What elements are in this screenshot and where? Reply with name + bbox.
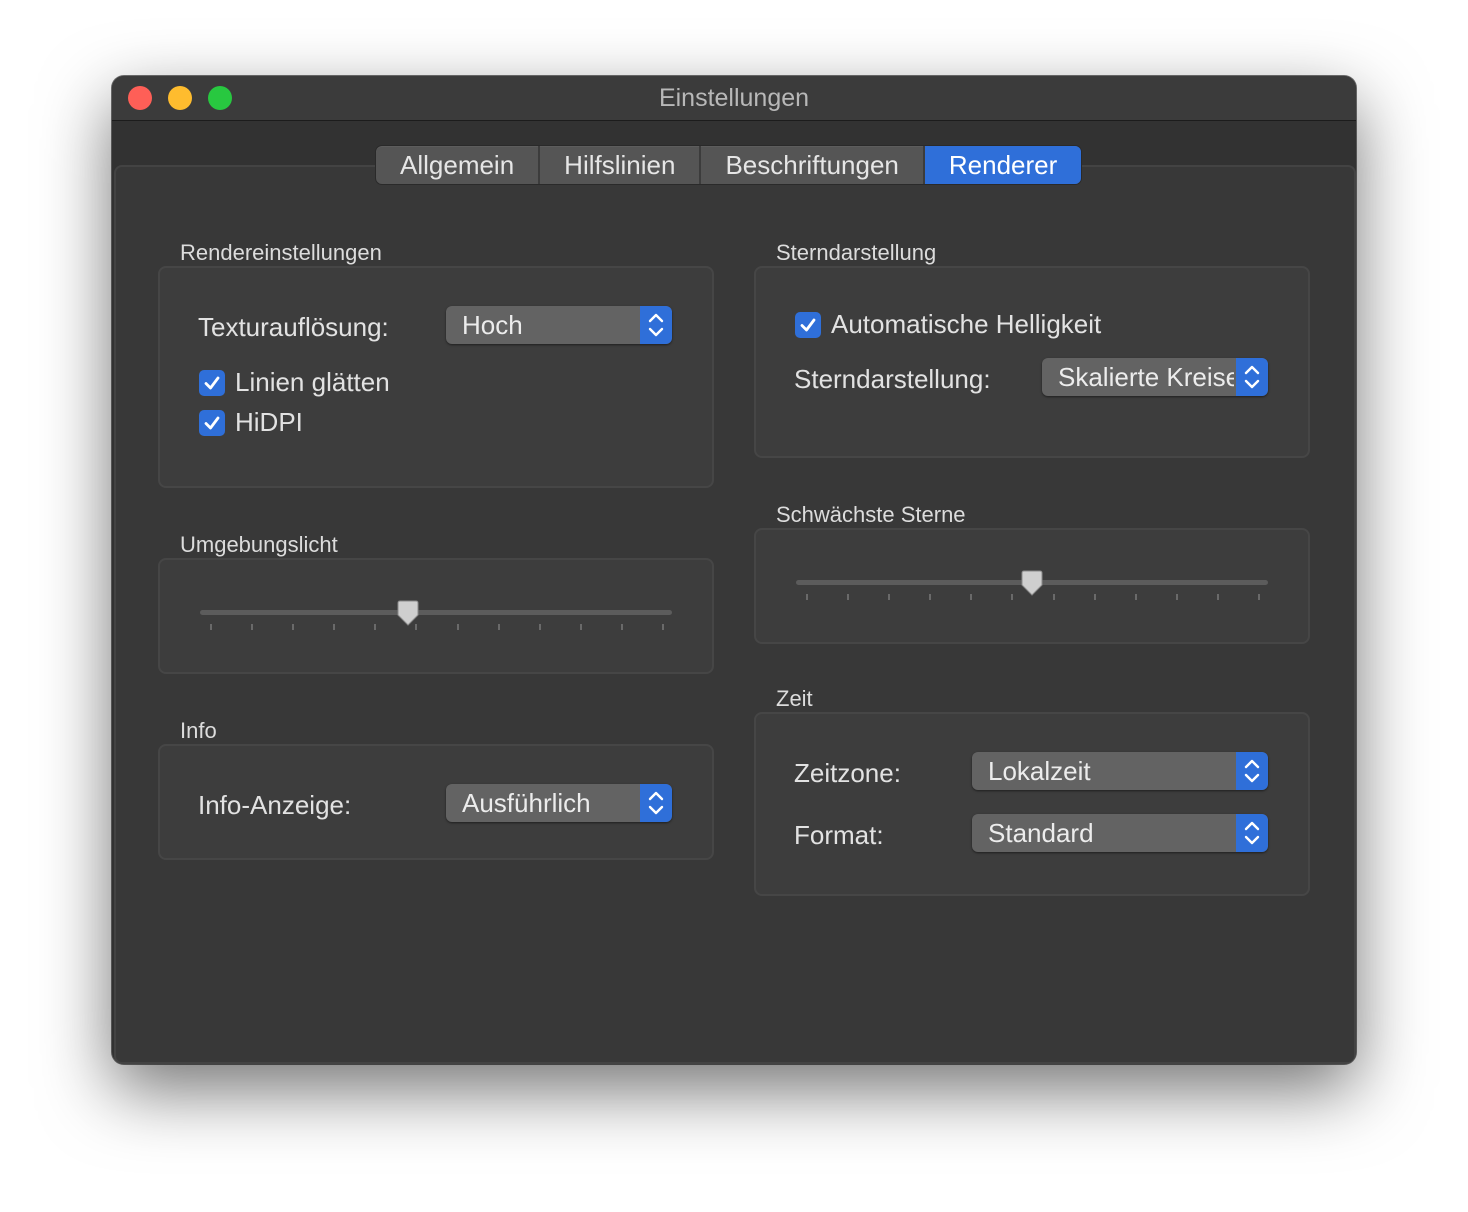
slider-tick [929, 594, 932, 600]
info-display-popup[interactable]: Ausführlich [446, 784, 672, 822]
timezone-popup[interactable]: Lokalzeit [972, 752, 1268, 790]
popup-arrows-icon [640, 784, 672, 822]
window-title: Einstellungen [658, 84, 810, 112]
slider-tick [251, 624, 254, 630]
format-label: Format: [794, 820, 884, 850]
popup-arrows-icon [1236, 814, 1268, 852]
slider-tick [1175, 594, 1178, 600]
tab-hilfslinien[interactable]: Hilfslinien [540, 146, 702, 184]
smooth-lines-checkbox[interactable]: Linien glätten [199, 367, 390, 398]
slider-tick [847, 594, 850, 600]
popup-arrows-icon [640, 306, 672, 344]
slider-tick [579, 624, 582, 630]
slider-tick [456, 624, 459, 630]
slider-thumb[interactable] [1021, 570, 1043, 596]
popup-arrows-icon [1236, 752, 1268, 790]
faintest-stars-slider[interactable] [796, 570, 1268, 620]
timezone-label: Zeitzone: [794, 758, 901, 788]
slider-tick [1011, 594, 1014, 600]
slider-tick [620, 624, 623, 630]
slider-tick [292, 624, 295, 630]
faintest-stars-title: Schwächste Sterne [776, 502, 966, 527]
render-settings-title: Rendereinstellungen [180, 240, 382, 265]
texture-resolution-label: Texturauflösung: [198, 312, 389, 342]
slider-tick [888, 594, 891, 600]
slider-tick [1258, 594, 1260, 600]
smooth-lines-label: Linien glätten [235, 367, 390, 397]
auto-brightness-checkbox[interactable]: Automatische Helligkeit [795, 309, 1101, 340]
slider-tick [1134, 594, 1137, 600]
time-box [754, 712, 1310, 896]
format-popup[interactable]: Standard [972, 814, 1268, 852]
slider-tick [806, 594, 808, 600]
checkmark-icon [795, 311, 821, 338]
format-value: Standard [988, 818, 1094, 848]
slider-track [200, 610, 672, 615]
timezone-value: Lokalzeit [988, 756, 1091, 786]
auto-brightness-label: Automatische Helligkeit [831, 309, 1102, 339]
checkmark-icon [199, 409, 225, 436]
star-style-value: Skalierte Kreise [1058, 362, 1234, 392]
slider-tick [1093, 594, 1096, 600]
texture-resolution-popup[interactable]: Hoch [446, 306, 672, 344]
slider-tick [1052, 594, 1055, 600]
hidpi-label: HiDPI [235, 407, 303, 437]
title-bar[interactable]: Einstellungen [112, 76, 1356, 121]
info-display-label: Info-Anzeige: [198, 790, 352, 820]
slider-tick [1216, 594, 1219, 600]
slider-tick [374, 624, 377, 630]
ambient-light-slider[interactable] [200, 600, 672, 650]
checkmark-icon [199, 369, 225, 396]
texture-resolution-value: Hoch [462, 310, 523, 340]
preferences-window: Einstellungen Allgemein Hilfslinien Besc… [112, 76, 1356, 1064]
info-title: Info [180, 718, 217, 743]
slider-tick [538, 624, 541, 630]
slider-tick [662, 624, 664, 630]
info-display-value: Ausführlich [462, 788, 591, 818]
tab-bar: Allgemein Hilfslinien Beschriftungen Ren… [375, 145, 1083, 185]
ambient-light-title: Umgebungslicht [180, 532, 338, 557]
tab-beschriftungen[interactable]: Beschriftungen [701, 146, 925, 184]
slider-tick [210, 624, 212, 630]
tab-allgemein[interactable]: Allgemein [376, 146, 541, 184]
slider-tick [970, 594, 973, 600]
star-style-popup[interactable]: Skalierte Kreise [1042, 358, 1268, 396]
slider-tick [497, 624, 500, 630]
time-title: Zeit [776, 686, 813, 711]
star-display-title: Sterndarstellung [776, 240, 937, 265]
slider-tick [333, 624, 336, 630]
popup-arrows-icon [1236, 358, 1268, 396]
slider-thumb[interactable] [397, 600, 419, 626]
star-style-label: Sterndarstellung: [794, 364, 991, 394]
tab-renderer[interactable]: Renderer [924, 146, 1082, 184]
hidpi-checkbox[interactable]: HiDPI [199, 407, 303, 438]
